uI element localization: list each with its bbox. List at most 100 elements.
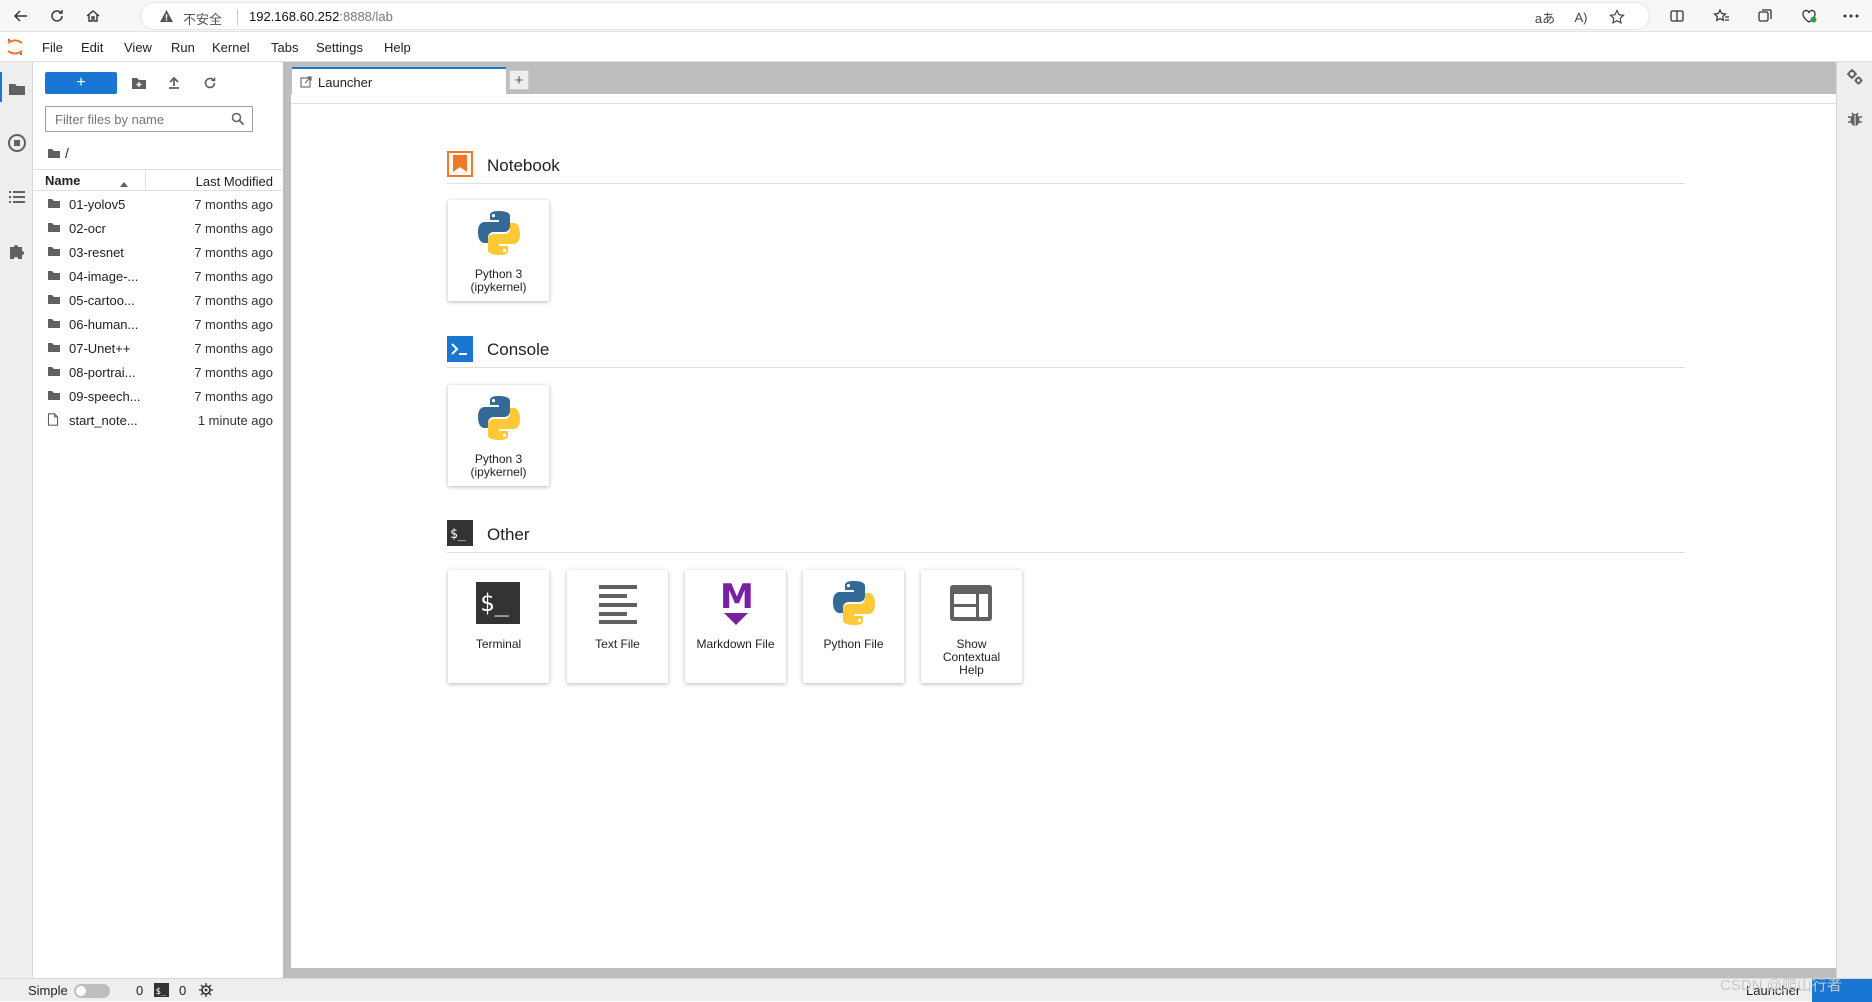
terminal-status-icon[interactable]: $_ xyxy=(154,983,169,1000)
file-row[interactable]: 05-cartoo... 7 months ago xyxy=(33,288,283,312)
file-name: start_note... xyxy=(69,413,138,428)
console-section-rule xyxy=(447,367,1685,368)
file-row[interactable]: 03-resnet 7 months ago xyxy=(33,240,283,264)
home-icon[interactable] xyxy=(80,3,106,29)
browser-essentials-icon[interactable] xyxy=(1796,3,1822,29)
insecure-label: 不安全 xyxy=(183,12,223,27)
new-launcher-label: + xyxy=(76,74,86,91)
menu-run[interactable]: Run xyxy=(171,40,195,55)
file-modified: 1 minute ago xyxy=(197,413,273,428)
new-folder-icon[interactable] xyxy=(128,73,150,93)
translate-icon[interactable]: aあ xyxy=(1534,6,1556,28)
file-row[interactable]: 07-Unet++ 7 months ago xyxy=(33,336,283,360)
svg-text:$_: $_ xyxy=(156,987,167,997)
breadcrumb-root[interactable]: / xyxy=(65,145,69,161)
menu-file[interactable]: File xyxy=(42,40,63,55)
add-tab-button[interactable]: + xyxy=(509,70,529,90)
launcher-tab-icon xyxy=(300,76,312,91)
file-row[interactable]: 08-portrai... 7 months ago xyxy=(33,360,283,384)
menu-tabs[interactable]: Tabs xyxy=(271,40,298,55)
simple-mode-toggle[interactable] xyxy=(74,984,110,998)
url-text[interactable]: 192.168.60.252:8888/lab xyxy=(249,9,393,24)
watermark-text: CSDN @爬山行者 xyxy=(1720,977,1842,994)
left-activity-bar xyxy=(0,62,33,978)
read-aloud-icon[interactable]: A) xyxy=(1570,6,1592,28)
file-row[interactable]: start_note... 1 minute ago xyxy=(33,408,283,432)
file-name: 09-speech... xyxy=(69,389,141,404)
menu-kernel[interactable]: Kernel xyxy=(212,40,250,55)
toggle-knob xyxy=(76,986,86,996)
url-path: :8888/lab xyxy=(339,9,393,24)
terminal-icon: $_ xyxy=(476,582,520,624)
file-modified: 7 months ago xyxy=(194,317,273,332)
breadcrumb: / xyxy=(47,145,69,161)
column-modified-header[interactable]: Last Modified xyxy=(196,174,273,189)
text-file-card[interactable]: Text File xyxy=(567,570,668,683)
panel-splitter[interactable] xyxy=(283,62,291,978)
extensions-icon[interactable] xyxy=(6,240,27,261)
favorites-icon[interactable] xyxy=(1708,3,1734,29)
simple-mode-label: Simple xyxy=(28,983,68,998)
folder-icon xyxy=(47,197,61,212)
kernels-count: 0 xyxy=(136,983,144,998)
file-list: 01-yolov5 7 months ago 02-ocr 7 months a… xyxy=(33,192,283,432)
card-label: Python 3 (ipykernel) xyxy=(448,453,549,479)
terminal-card[interactable]: $_ Terminal xyxy=(448,570,549,683)
notebook-section-rule xyxy=(447,183,1685,184)
menu-settings[interactable]: Settings xyxy=(316,40,363,55)
column-name-header[interactable]: Name xyxy=(45,173,80,188)
console-python3-card[interactable]: Python 3 (ipykernel) xyxy=(448,385,549,486)
file-row[interactable]: 01-yolov5 7 months ago xyxy=(33,192,283,216)
notebook-python3-card[interactable]: Python 3 (ipykernel) xyxy=(448,200,549,301)
folder-icon xyxy=(47,221,61,236)
running-sessions-icon[interactable] xyxy=(6,132,27,153)
python-file-card[interactable]: Python File xyxy=(803,570,904,683)
column-divider[interactable] xyxy=(145,170,146,191)
python-logo-icon xyxy=(478,396,520,440)
folder-icon xyxy=(47,293,61,308)
more-menu-icon[interactable] xyxy=(1838,3,1864,29)
favorite-star-icon[interactable] xyxy=(1606,6,1628,28)
split-screen-icon[interactable] xyxy=(1664,3,1690,29)
refresh-files-icon[interactable] xyxy=(199,73,221,93)
address-bar[interactable]: 不安全 192.168.60.252:8888/lab aあ A) xyxy=(140,2,1650,30)
filter-files-input[interactable] xyxy=(45,106,253,132)
warning-icon xyxy=(159,9,174,28)
file-row[interactable]: 04-image-... 7 months ago xyxy=(33,264,283,288)
tab-launcher[interactable]: Launcher xyxy=(292,67,506,94)
menu-help[interactable]: Help xyxy=(384,40,411,55)
jupyter-menubar: File Edit View Run Kernel Tabs Settings … xyxy=(0,32,1872,62)
url-host: 192.168.60.252 xyxy=(249,9,340,24)
file-row[interactable]: 09-speech... 7 months ago xyxy=(33,384,283,408)
menu-view[interactable]: View xyxy=(124,40,152,55)
table-of-contents-icon[interactable] xyxy=(6,186,27,207)
right-sidebar xyxy=(1836,62,1872,978)
file-name: 07-Unet++ xyxy=(69,341,131,356)
home-folder-icon[interactable] xyxy=(47,148,61,159)
file-browser-tab-icon[interactable] xyxy=(6,78,27,99)
other-section-rule xyxy=(447,552,1685,553)
refresh-icon[interactable] xyxy=(44,3,70,29)
card-label: Python File xyxy=(823,637,884,651)
debugger-icon[interactable] xyxy=(1847,110,1863,133)
upload-icon[interactable] xyxy=(163,73,185,93)
launcher-header-rule xyxy=(291,96,1836,104)
file-name: 01-yolov5 xyxy=(69,197,126,212)
new-launcher-button[interactable]: + xyxy=(45,72,117,94)
python-logo-icon xyxy=(833,581,875,625)
card-label-line: (ipykernel) xyxy=(470,280,527,294)
contextual-help-card[interactable]: Show Contextual Help xyxy=(921,570,1022,683)
kernel-gear-icon[interactable] xyxy=(199,983,213,1000)
notebook-section-icon xyxy=(447,151,473,177)
file-name: 05-cartoo... xyxy=(69,293,135,308)
main-dock-area: Launcher + Notebook Python 3 (ipykernel) xyxy=(291,62,1836,978)
file-row[interactable]: 02-ocr 7 months ago xyxy=(33,216,283,240)
back-icon[interactable] xyxy=(8,3,34,29)
property-inspector-icon[interactable] xyxy=(1846,68,1864,91)
menu-edit[interactable]: Edit xyxy=(81,40,103,55)
markdown-file-card[interactable]: M Markdown File xyxy=(685,570,786,683)
tab-launcher-label: Launcher xyxy=(318,75,373,90)
file-modified: 7 months ago xyxy=(194,197,273,212)
file-row[interactable]: 06-human... 7 months ago xyxy=(33,312,283,336)
collections-icon[interactable] xyxy=(1752,3,1778,29)
